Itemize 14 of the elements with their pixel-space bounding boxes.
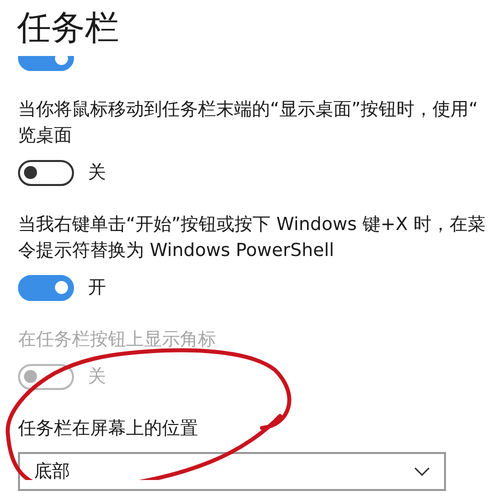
position-dropdown[interactable]: 底部 xyxy=(18,452,446,491)
toggle-switch[interactable] xyxy=(18,160,74,186)
toggle-state-label: 关 xyxy=(88,365,106,389)
page-title: 任务栏 xyxy=(17,11,119,45)
setting-description: 当我右键单击“开始”按钮或按下 Windows 键+X 时，在菜 xyxy=(18,213,486,237)
dropdown-label: 任务栏在屏幕上的位置 xyxy=(18,417,198,441)
setting-description: 当你将鼠标移动到任务栏末端的“显示桌面”按钮时，使用“ xyxy=(18,98,478,122)
toggle-switch[interactable] xyxy=(18,274,74,300)
setting-description: 览桌面 xyxy=(18,124,72,148)
toggle-state-label: 开 xyxy=(88,276,106,300)
chevron-down-icon xyxy=(414,466,430,476)
setting-description: 令提示符替换为 Windows PowerShell xyxy=(18,239,334,263)
setting-description: 在任务栏按钮上显示角标 xyxy=(18,328,216,352)
toggle-state-label: 关 xyxy=(88,161,106,185)
